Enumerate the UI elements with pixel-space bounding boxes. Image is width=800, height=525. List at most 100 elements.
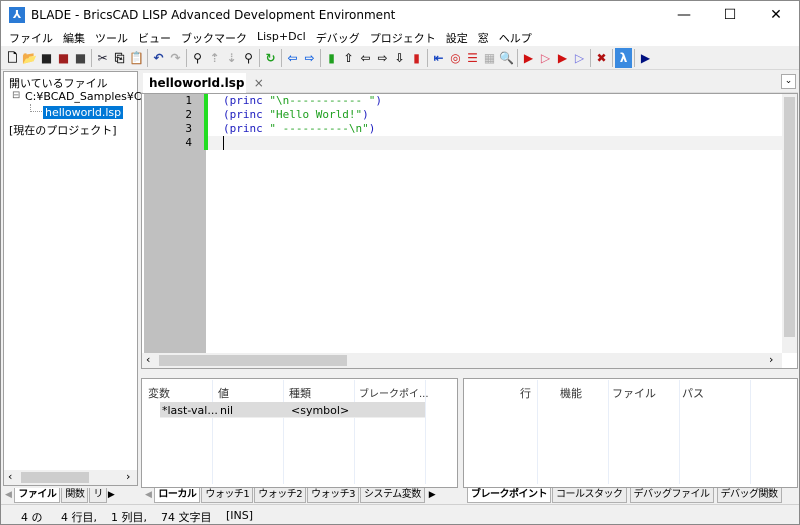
tab-scroll-right-icon[interactable]: ▶ xyxy=(108,488,114,504)
minimize-button[interactable]: — xyxy=(661,1,707,29)
new-file-icon[interactable]: 🗋 xyxy=(4,48,21,68)
tab-watch3[interactable]: ウォッチ3 xyxy=(307,488,359,503)
tab-debug-files[interactable]: デバッグファイル xyxy=(630,488,714,503)
tab-scroll-right-icon[interactable]: ▶ xyxy=(429,488,435,504)
editor-hscrollbar[interactable]: ‹ › xyxy=(142,353,782,368)
add-bookmark-icon[interactable]: ▮ xyxy=(323,48,340,68)
find-next-icon[interactable]: ⇣ xyxy=(223,48,240,68)
run-icon[interactable]: ▶ xyxy=(637,48,654,68)
tab-helloworld[interactable]: helloworld.lsp × xyxy=(143,73,246,94)
col-function[interactable]: 機能 xyxy=(560,385,582,401)
menu-7[interactable]: プロジェクト xyxy=(366,29,442,46)
editor-vscrollbar[interactable] xyxy=(782,94,797,353)
redo-icon[interactable]: ↷ xyxy=(167,48,184,68)
scroll-left-icon[interactable]: ‹ xyxy=(146,353,150,366)
format-code-icon[interactable]: ☰ xyxy=(464,48,481,68)
current-project-node[interactable]: [現在のプロジェクト] xyxy=(9,122,117,138)
locals-table: 変数 値 種類 ブレークポイ... *last-val... nil <symb… xyxy=(141,378,458,488)
blade-icon: ⅄ xyxy=(9,7,25,23)
step-into-icon[interactable]: ▷ xyxy=(537,48,554,68)
maximize-button[interactable]: ☐ xyxy=(707,1,753,29)
toolbar-separator xyxy=(517,49,518,67)
scroll-thumb[interactable] xyxy=(784,97,795,337)
close-button[interactable]: ✕ xyxy=(753,1,799,29)
tab-debug-functions[interactable]: デバッグ関数 xyxy=(717,488,782,503)
col-variable[interactable]: 変数 xyxy=(148,385,170,401)
save-icon[interactable]: ■ xyxy=(38,48,55,68)
menu-8[interactable]: 設定 xyxy=(442,29,474,46)
collapse-icon[interactable]: ⊟ xyxy=(12,90,20,101)
tab-breakpoints[interactable]: ブレークポイント xyxy=(467,488,551,503)
scroll-thumb[interactable] xyxy=(21,472,89,483)
find-icon[interactable]: ⚲ xyxy=(189,48,206,68)
modified-lines-marker xyxy=(204,94,208,150)
col-path[interactable]: パス xyxy=(682,385,704,401)
debug-start-icon[interactable]: ▶ xyxy=(520,48,537,68)
copy-icon[interactable]: ⎘ xyxy=(111,48,128,68)
scroll-right-icon[interactable]: › xyxy=(769,353,773,366)
undo-icon[interactable]: ↶ xyxy=(150,48,167,68)
load-file-icon[interactable]: ⇤ xyxy=(430,48,447,68)
col-file[interactable]: ファイル xyxy=(612,385,656,401)
tab-system-variables[interactable]: システム変数 xyxy=(360,488,425,503)
cut-icon[interactable]: ✂ xyxy=(94,48,111,68)
menu-6[interactable]: デバッグ xyxy=(312,29,366,46)
bricscad-icon[interactable]: λ xyxy=(615,48,632,68)
tab-scroll-left-icon[interactable]: ◀ xyxy=(145,488,151,504)
tab-scroll-left-icon[interactable]: ◀ xyxy=(5,488,11,504)
back-icon[interactable]: ⇦ xyxy=(284,48,301,68)
save-all-icon[interactable]: ■ xyxy=(72,48,89,68)
folder-node[interactable]: C:¥BCAD_Samples¥Cust xyxy=(25,90,136,103)
file-node-helloworld[interactable]: helloworld.lsp xyxy=(43,106,123,119)
step-over-icon[interactable]: ▶ xyxy=(554,48,571,68)
menu-5[interactable]: Lisp+Dcl xyxy=(253,29,312,46)
tab-list[interactable]: リ xyxy=(89,488,107,503)
status-column: 1 列目, xyxy=(111,509,147,525)
paste-icon[interactable]: 📋 xyxy=(128,48,145,68)
forward-icon[interactable]: ⇨ xyxy=(301,48,318,68)
menu-1[interactable]: 編集 xyxy=(59,29,91,46)
left-hscrollbar[interactable]: ‹ › xyxy=(4,470,137,485)
code-line[interactable]: (princ " ----------\n") xyxy=(223,122,375,136)
inspect-icon[interactable]: 🔍 xyxy=(498,48,515,68)
menu-0[interactable]: ファイル xyxy=(5,29,59,46)
bookmark-down-icon[interactable]: ⇩ xyxy=(391,48,408,68)
tab-watch2[interactable]: ウォッチ2 xyxy=(254,488,306,503)
clear-bookmarks-icon[interactable]: ▮ xyxy=(408,48,425,68)
tab-locals[interactable]: ローカル xyxy=(154,488,200,503)
cell-value: nil xyxy=(220,404,233,417)
calculator-icon[interactable]: ▦ xyxy=(481,48,498,68)
code-line[interactable]: (princ "\n----------- ") xyxy=(223,94,382,108)
col-value[interactable]: 値 xyxy=(218,385,229,401)
scroll-thumb[interactable] xyxy=(159,355,347,366)
find-prev-icon[interactable]: ⇡ xyxy=(206,48,223,68)
col-type[interactable]: 種類 xyxy=(289,385,311,401)
menu-4[interactable]: ブックマーク xyxy=(177,29,253,46)
menu-3[interactable]: ビュー xyxy=(134,29,177,46)
menu-9[interactable]: 窓 xyxy=(474,29,495,46)
tab-files[interactable]: ファイル xyxy=(14,488,60,503)
replace-icon[interactable]: ⚲ xyxy=(240,48,257,68)
code-line[interactable]: (princ "Hello World!") xyxy=(223,108,369,122)
scroll-left-icon[interactable]: ‹ xyxy=(8,470,12,483)
open-folder-icon[interactable]: 📂 xyxy=(21,48,38,68)
tab-call-stack[interactable]: コールスタック xyxy=(552,488,627,503)
scroll-right-icon[interactable]: › xyxy=(126,470,130,483)
bookmark-right-icon[interactable]: ⇨ xyxy=(374,48,391,68)
menu-2[interactable]: ツール xyxy=(91,29,134,46)
refresh-icon[interactable]: ↻ xyxy=(262,48,279,68)
bookmark-up-icon[interactable]: ⇧ xyxy=(340,48,357,68)
save-as-icon[interactable]: ■ xyxy=(55,48,72,68)
col-breakpoint[interactable]: ブレークポイ... xyxy=(359,385,429,400)
menu-10[interactable]: ヘルプ xyxy=(495,29,538,46)
bookmark-left-icon[interactable]: ⇦ xyxy=(357,48,374,68)
close-tab-icon[interactable]: × xyxy=(254,76,264,90)
tab-list-dropdown-icon[interactable]: ⌄ xyxy=(781,74,796,89)
stop-debug-icon[interactable]: ✖ xyxy=(593,48,610,68)
table-row[interactable]: *last-val... nil <symbol> xyxy=(160,402,425,418)
check-parens-icon[interactable]: ◎ xyxy=(447,48,464,68)
tab-functions[interactable]: 関数 xyxy=(61,488,88,503)
step-out-icon[interactable]: ▷ xyxy=(571,48,588,68)
col-line[interactable]: 行 xyxy=(520,385,531,401)
tab-watch1[interactable]: ウォッチ1 xyxy=(201,488,253,503)
